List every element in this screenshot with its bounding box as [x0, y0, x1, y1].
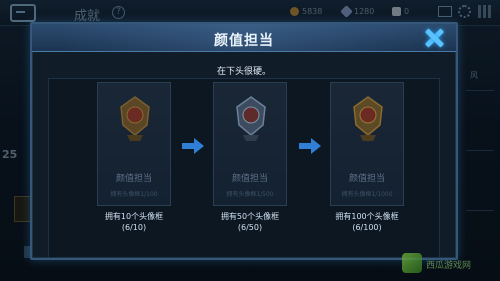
dialog-title: 颜值担当 [214, 33, 274, 49]
watermark-text: 西瓜游戏网 [426, 261, 472, 271]
tier-card-gold: 颜值担当 拥有头像框1/1000 [330, 82, 404, 206]
bronze-emblem-icon [120, 96, 150, 141]
requirement-progress: (6/50) [237, 223, 263, 232]
tier-card-title: 颜值担当 [348, 174, 385, 184]
gold-emblem-icon [353, 96, 383, 141]
tier-card-bronze: 颜值担当 拥有头像框1/100 [97, 82, 171, 206]
tier-requirement: 拥有10个头像框 (6/10) [84, 211, 184, 233]
requirement-progress: (6/10) [121, 223, 147, 232]
watermark-logo-icon [402, 253, 422, 273]
watermark: 西瓜游戏网 [402, 251, 494, 277]
close-button[interactable] [422, 26, 446, 50]
tier-card-title: 颜值担当 [231, 174, 268, 184]
requirement-text: 拥有50个头像框 [220, 212, 280, 221]
silver-emblem-icon [236, 96, 266, 141]
tier-card-subtitle: 拥有头像框1/500 [226, 191, 274, 198]
dialog-subtitle: 在下头很硬。 [216, 67, 271, 77]
requirement-text: 拥有100个头像框 [335, 212, 399, 221]
tier-card-subtitle: 拥有头像框1/100 [110, 191, 158, 198]
arrow-right-icon [299, 138, 321, 154]
tier-card-silver: 颜值担当 拥有头像框1/500 [213, 82, 287, 206]
tier-card-subtitle: 拥有头像框1/1000 [341, 191, 393, 198]
requirement-progress: (6/100) [352, 223, 382, 232]
arrow-right-icon [182, 138, 204, 154]
requirement-text: 拥有10个头像框 [104, 212, 164, 221]
dialog-header: 颜值担当 [32, 24, 456, 52]
tier-requirement: 拥有100个头像框 (6/100) [317, 211, 417, 233]
tier-card-title: 颜值担当 [115, 174, 152, 184]
tier-requirement: 拥有50个头像框 (6/50) [200, 211, 300, 233]
